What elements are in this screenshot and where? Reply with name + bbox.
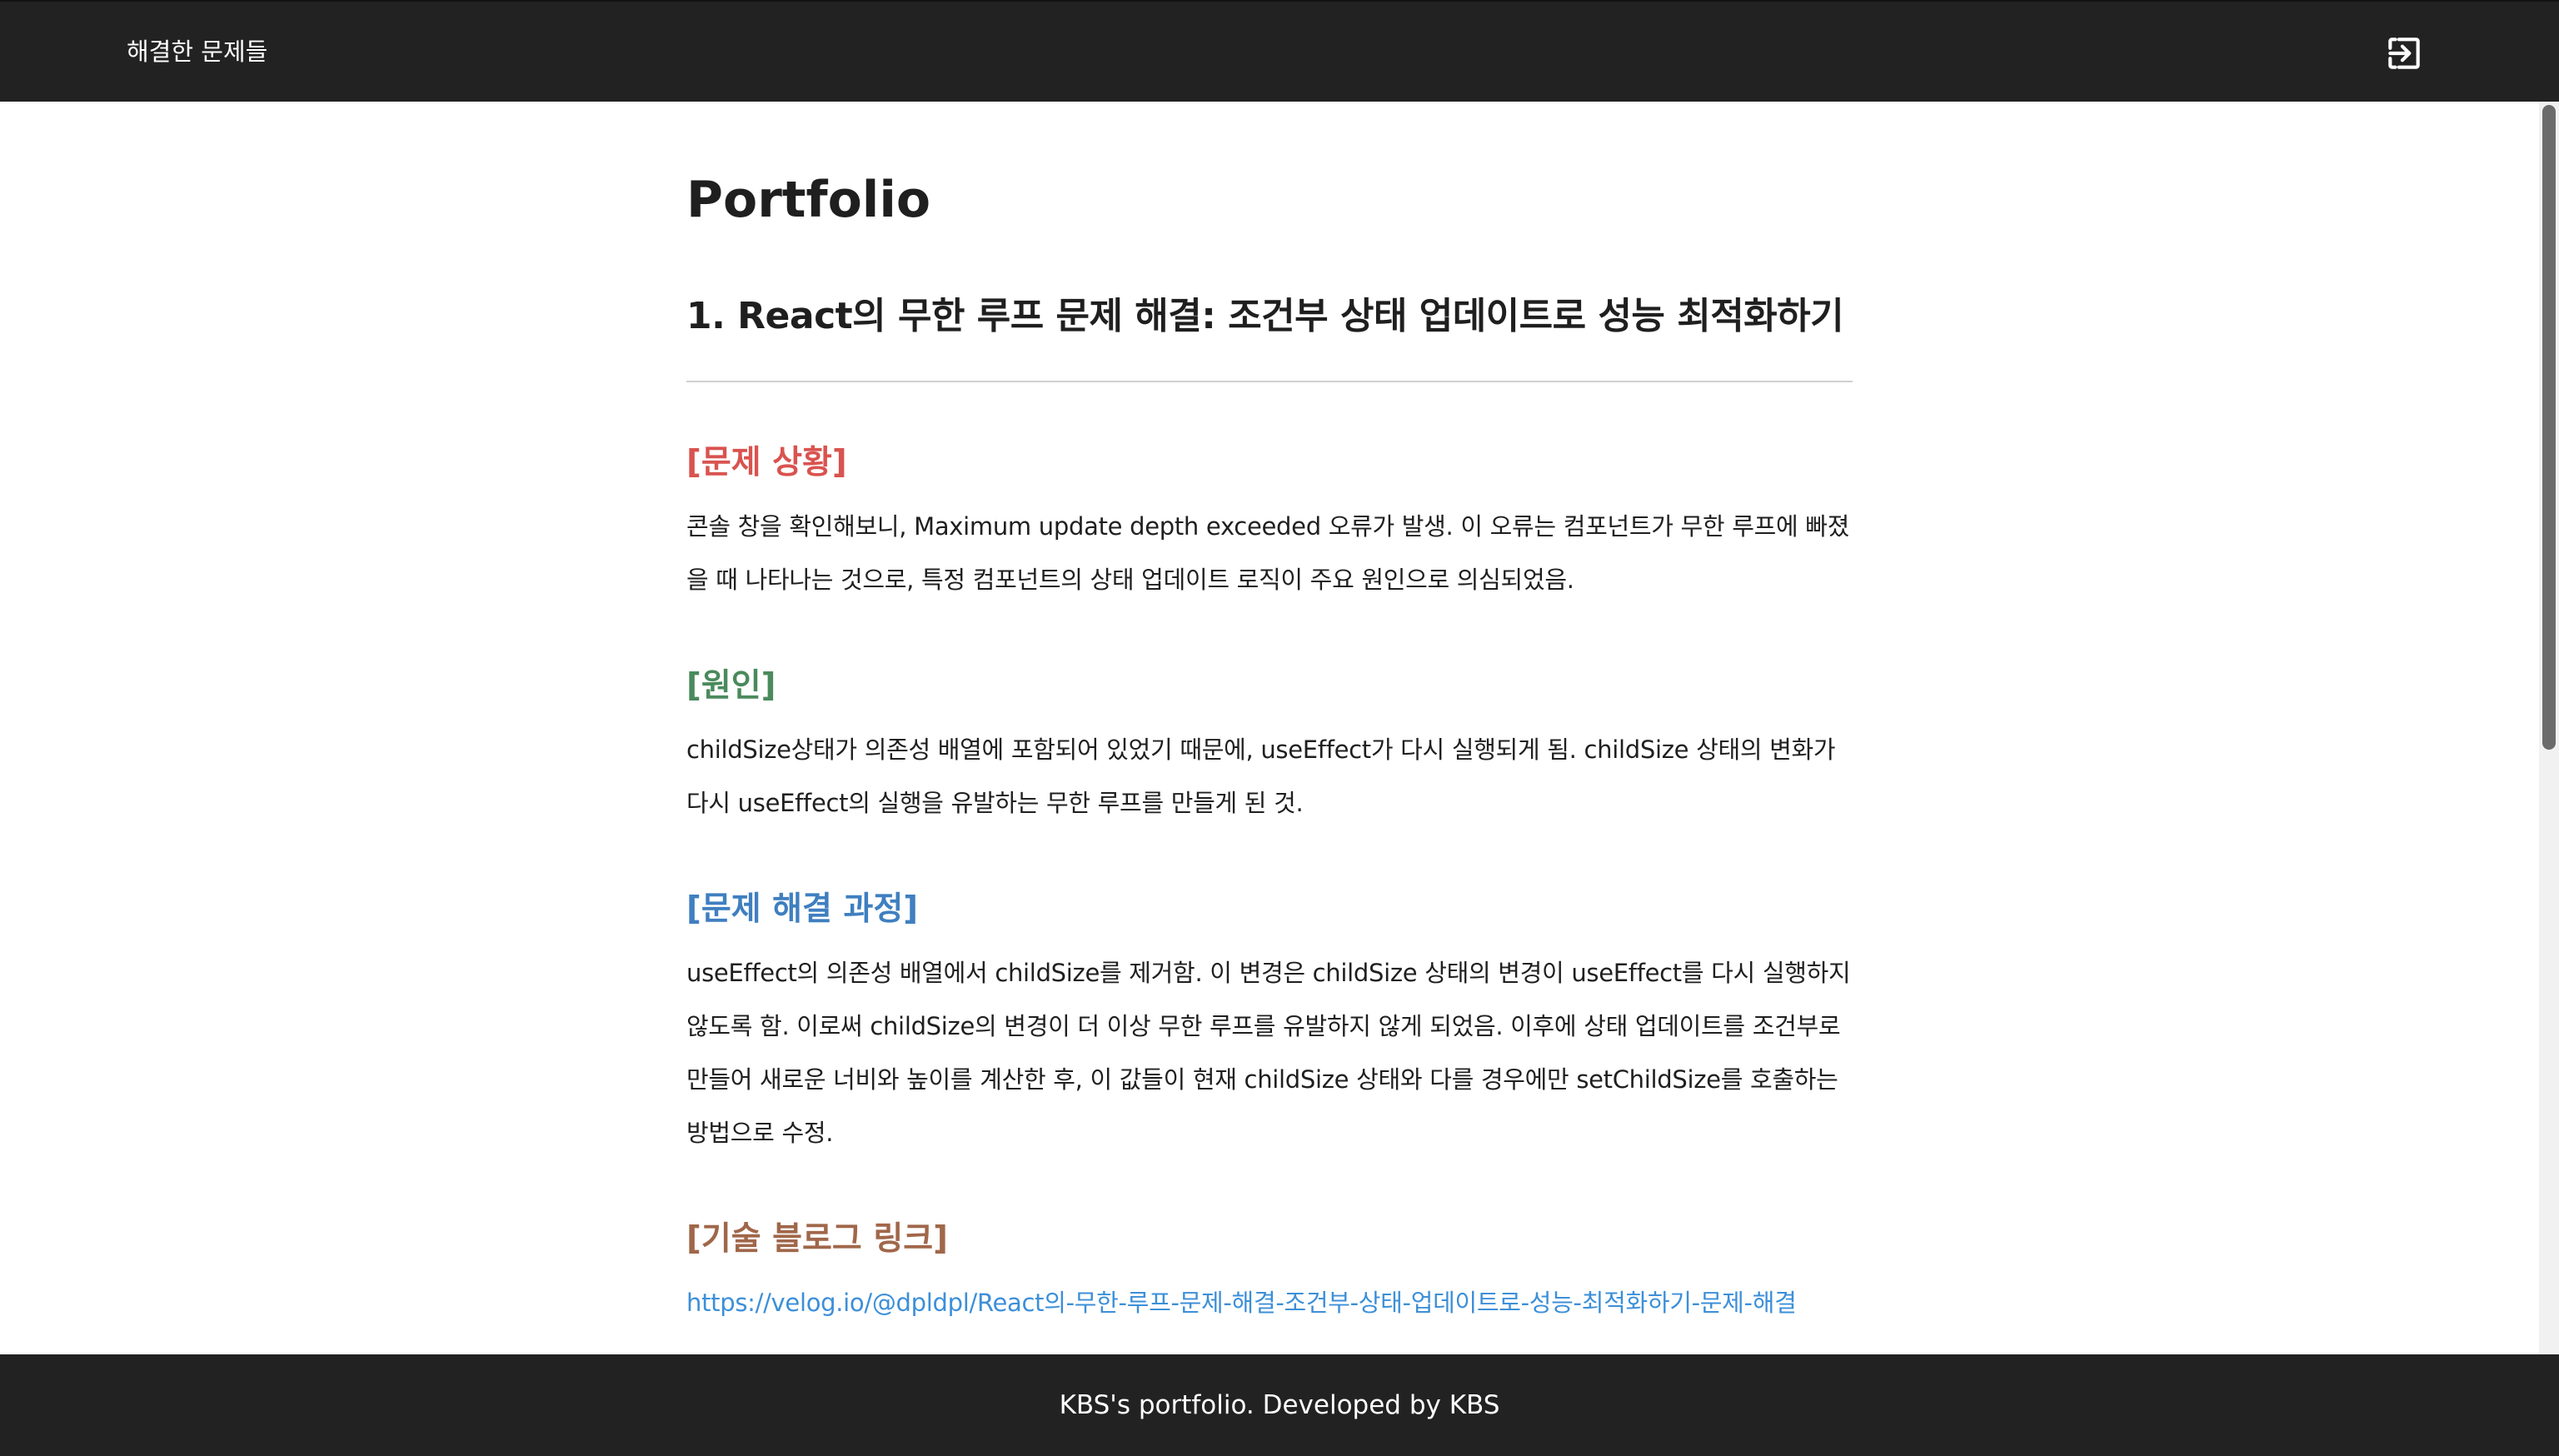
logout-icon bbox=[2388, 37, 2420, 69]
title-divider bbox=[686, 381, 1853, 382]
section-heading-solution: [문제 해결 과정] bbox=[686, 890, 919, 928]
main-content: Portfolio 1. React의 무한 루프 문제 해결: 조건부 상태 … bbox=[0, 102, 2539, 1354]
post-title: 1. React의 무한 루프 문제 해결: 조건부 상태 업데이트로 성능 최… bbox=[686, 295, 1844, 337]
logout-button[interactable] bbox=[2381, 30, 2427, 77]
section-heading-blog-link: [기술 블로그 링크] bbox=[686, 1220, 948, 1258]
footer: KBS's portfolio. Developed by KBS bbox=[0, 1354, 2559, 1456]
footer-text: KBS's portfolio. Developed by KBS bbox=[1059, 1390, 1500, 1420]
page-title: Portfolio bbox=[686, 171, 931, 229]
top-bar: 해결한 문제들 bbox=[0, 0, 2559, 102]
section-heading-cause: [원인] bbox=[686, 667, 776, 705]
section-body-cause: childSize상태가 의존성 배열에 포함되어 있었기 때문에, useEf… bbox=[686, 735, 1836, 817]
blog-link[interactable]: https://velog.io/@dpldpl/React의-무한-루프-문제… bbox=[686, 1289, 1797, 1317]
scrollbar-thumb[interactable] bbox=[2542, 105, 2556, 750]
section-body-solution: useEffect의 의존성 배열에서 childSize를 제거함. 이 변경… bbox=[686, 959, 1851, 1147]
section-body-blog-link: https://velog.io/@dpldpl/React의-무한-루프-문제… bbox=[686, 1276, 1853, 1329]
header-title[interactable]: 해결한 문제들 bbox=[127, 35, 267, 68]
section-body-problem: 콘솔 창을 확인해보니, Maximum update depth exceed… bbox=[686, 512, 1850, 594]
section-heading-problem: [문제 상황] bbox=[686, 444, 847, 481]
